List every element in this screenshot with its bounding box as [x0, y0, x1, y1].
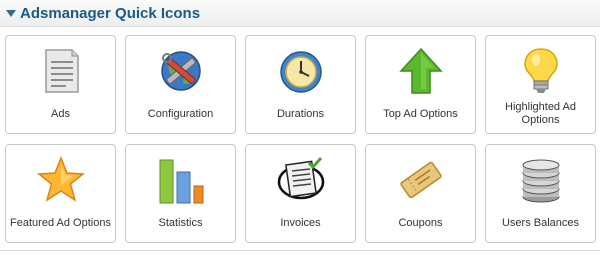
invoice-icon — [276, 155, 326, 205]
star-icon — [36, 155, 86, 205]
quick-icon-coupons[interactable]: Coupons — [365, 144, 476, 243]
quick-icon-label: Durations — [276, 108, 325, 120]
panel-bottom-divider — [0, 250, 600, 251]
quick-icon-label: Statistics — [158, 217, 203, 229]
quick-icon-durations[interactable]: Durations — [245, 35, 356, 134]
quick-icon-label: Top Ad Options — [383, 108, 458, 120]
quick-icon-statistics[interactable]: Statistics — [125, 144, 236, 243]
quick-icons-panel-header[interactable]: Adsmanager Quick Icons — [0, 0, 600, 27]
quick-icon-label: Ads — [51, 108, 70, 120]
quick-icon-label: Highlighted Ad Options — [505, 101, 576, 126]
quick-icon-label: Coupons — [398, 217, 443, 229]
quick-icon-label: Users Balances — [501, 217, 580, 229]
quick-icon-highlighted-ad-options[interactable]: Highlighted Ad Options — [485, 35, 596, 134]
quick-icon-label: Invoices — [280, 217, 321, 229]
quick-icon-invoices[interactable]: Invoices — [245, 144, 356, 243]
bar-chart-icon — [156, 155, 206, 205]
clock-icon — [276, 46, 326, 96]
panel-title: Adsmanager Quick Icons — [20, 5, 201, 22]
quick-icon-users-balances[interactable]: Users Balances — [485, 144, 596, 243]
coupon-icon — [396, 155, 446, 205]
quick-icon-label: Featured Ad Options — [10, 217, 111, 229]
quick-icon-top-ad-options[interactable]: Top Ad Options — [365, 35, 476, 134]
tools-globe-icon — [156, 46, 206, 96]
coins-icon — [516, 155, 566, 205]
quick-icon-label: Configuration — [147, 108, 214, 120]
quick-icon-ads[interactable]: Ads — [5, 35, 116, 134]
document-icon — [36, 46, 86, 96]
quick-icon-configuration[interactable]: Configuration — [125, 35, 236, 134]
collapse-arrow-icon[interactable] — [6, 10, 16, 17]
quick-icon-featured-ad-options[interactable]: Featured Ad Options — [5, 144, 116, 243]
up-arrow-icon — [396, 46, 446, 96]
lightbulb-icon — [516, 46, 566, 96]
